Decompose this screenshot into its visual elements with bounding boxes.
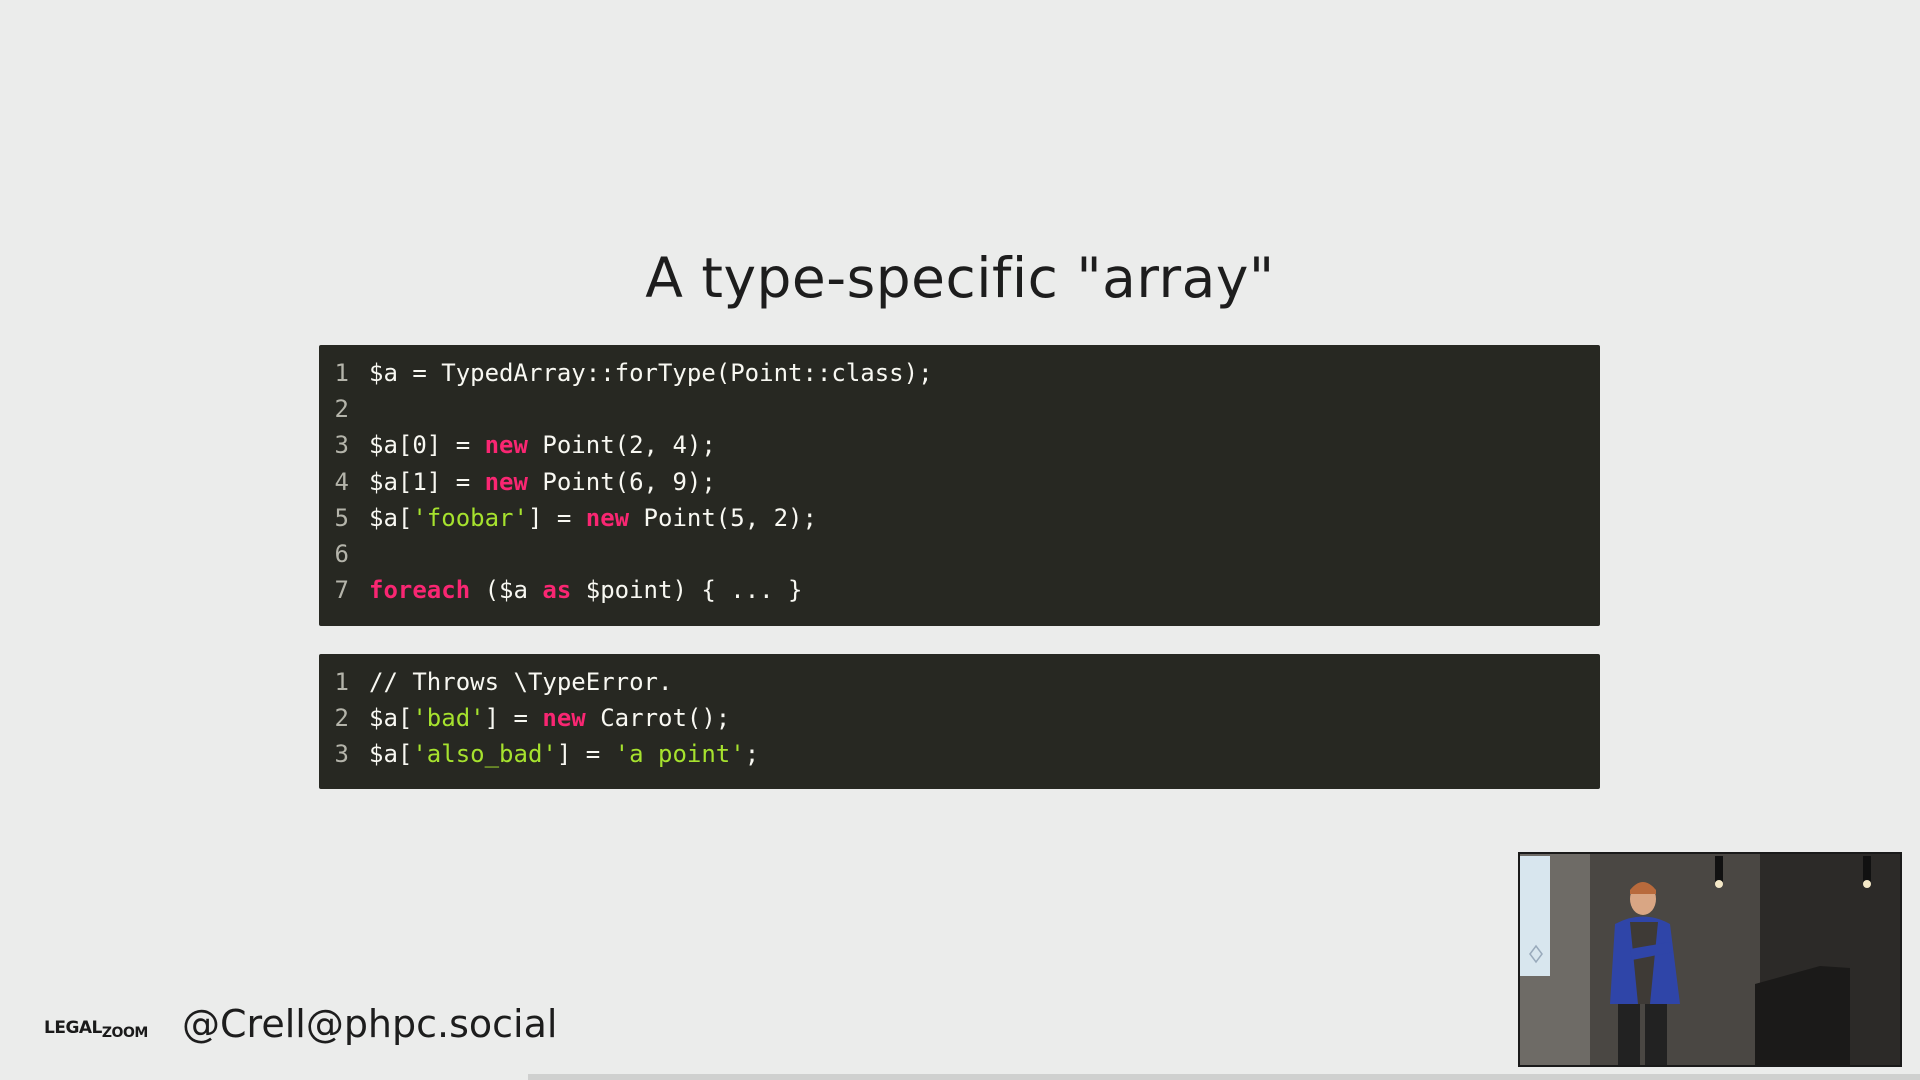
- code-line: 6: [319, 536, 1600, 572]
- line-number: 4: [334, 467, 349, 496]
- code-text: $a[1] = new Point(6, 9);: [369, 468, 716, 496]
- line-number: 3: [334, 431, 349, 460]
- code-token: $point) { ... }: [571, 576, 803, 605]
- code-line: 2 $a['bad'] = new Carrot();: [319, 700, 1600, 736]
- presentation-progress-fill: [0, 1074, 528, 1080]
- social-handle: @Crell@phpc.social: [182, 1002, 558, 1046]
- line-number: 5: [334, 503, 349, 532]
- code-token: // Throws \TypeError.: [369, 668, 673, 697]
- code-block-type-error: 1// Throws \TypeError. 2 $a['bad'] = new C…: [319, 654, 1600, 789]
- legalzoom-logo: LEGALZOOM: [44, 1018, 148, 1041]
- code-string: 'bad': [412, 704, 485, 733]
- code-line: 3 $a['also_bad'] = 'a point';: [319, 736, 1600, 772]
- code-keyword: new: [484, 467, 528, 496]
- code-token: ] =: [484, 704, 543, 733]
- code-token: Point(6, 9);: [527, 467, 716, 496]
- presentation-progress-bar: [0, 1074, 1920, 1080]
- code-token: $a[: [369, 704, 413, 733]
- code-token: $a[1] =: [369, 467, 485, 496]
- code-line: 3 $a[0] = new Point(2, 4);: [319, 427, 1600, 463]
- slide: A type-specific "array" 1 $a = TypedArray…: [0, 0, 1920, 1080]
- code-text: $a['bad'] = new Carrot();: [369, 704, 730, 732]
- code-text: $a = TypedArray::forType(Point::class);: [369, 359, 933, 387]
- code-token: ($a: [470, 576, 543, 605]
- code-text: $a['foobar'] = new Point(5, 2);: [369, 504, 817, 532]
- code-token: $a[: [369, 503, 413, 532]
- line-number: 7: [334, 576, 349, 605]
- slide-title: A type-specific "array": [645, 246, 1275, 310]
- logo-text-main: LEGAL: [44, 1018, 102, 1038]
- code-text: $a['also_bad'] = 'a point';: [369, 740, 759, 768]
- code-token: Point(2, 4);: [527, 431, 716, 460]
- line-number: 1: [334, 359, 349, 388]
- code-token: Point(5, 2);: [629, 503, 817, 532]
- code-text: // Throws \TypeError.: [369, 668, 672, 696]
- code-line: 1 $a = TypedArray::forType(Point::class);: [319, 355, 1600, 391]
- code-line: 5 $a['foobar'] = new Point(5, 2);: [319, 500, 1600, 536]
- code-token: $a = TypedArray::forType(Point::class);: [369, 359, 933, 388]
- line-number: 6: [334, 540, 349, 569]
- code-string: 'foobar': [412, 503, 528, 532]
- logo-text-sub: ZOOM: [101, 1025, 148, 1041]
- code-token: ] =: [527, 503, 586, 532]
- code-token: ;: [744, 740, 760, 769]
- speaker-video-icon: [1520, 854, 1900, 1065]
- line-number: 1: [334, 668, 349, 697]
- code-keyword: new: [585, 503, 630, 532]
- code-line: 7 foreach ($a as $point) { ... }: [319, 572, 1600, 608]
- code-keyword: foreach: [369, 576, 471, 605]
- code-string: 'a point': [614, 740, 745, 769]
- speaker-video-overlay[interactable]: [1518, 852, 1902, 1067]
- code-token: $a[0] =: [369, 431, 485, 460]
- code-keyword: new: [484, 431, 528, 460]
- line-number: 2: [334, 395, 349, 424]
- code-text: $a[0] = new Point(2, 4);: [369, 431, 716, 459]
- line-number: 2: [334, 704, 349, 733]
- code-block-typed-array: 1 $a = TypedArray::forType(Point::class);…: [319, 345, 1600, 626]
- code-token: $a[: [369, 740, 413, 769]
- code-token: Carrot();: [585, 704, 731, 733]
- code-token: ] =: [556, 740, 615, 769]
- code-string: 'also_bad': [412, 740, 557, 769]
- code-text: foreach ($a as $point) { ... }: [369, 576, 803, 604]
- code-keyword: new: [542, 704, 586, 733]
- code-line: 4 $a[1] = new Point(6, 9);: [319, 464, 1600, 500]
- code-keyword: as: [542, 576, 572, 605]
- code-line: 1 // Throws \TypeError.: [319, 664, 1600, 700]
- line-number: 3: [334, 740, 349, 769]
- code-line: 2: [319, 391, 1600, 427]
